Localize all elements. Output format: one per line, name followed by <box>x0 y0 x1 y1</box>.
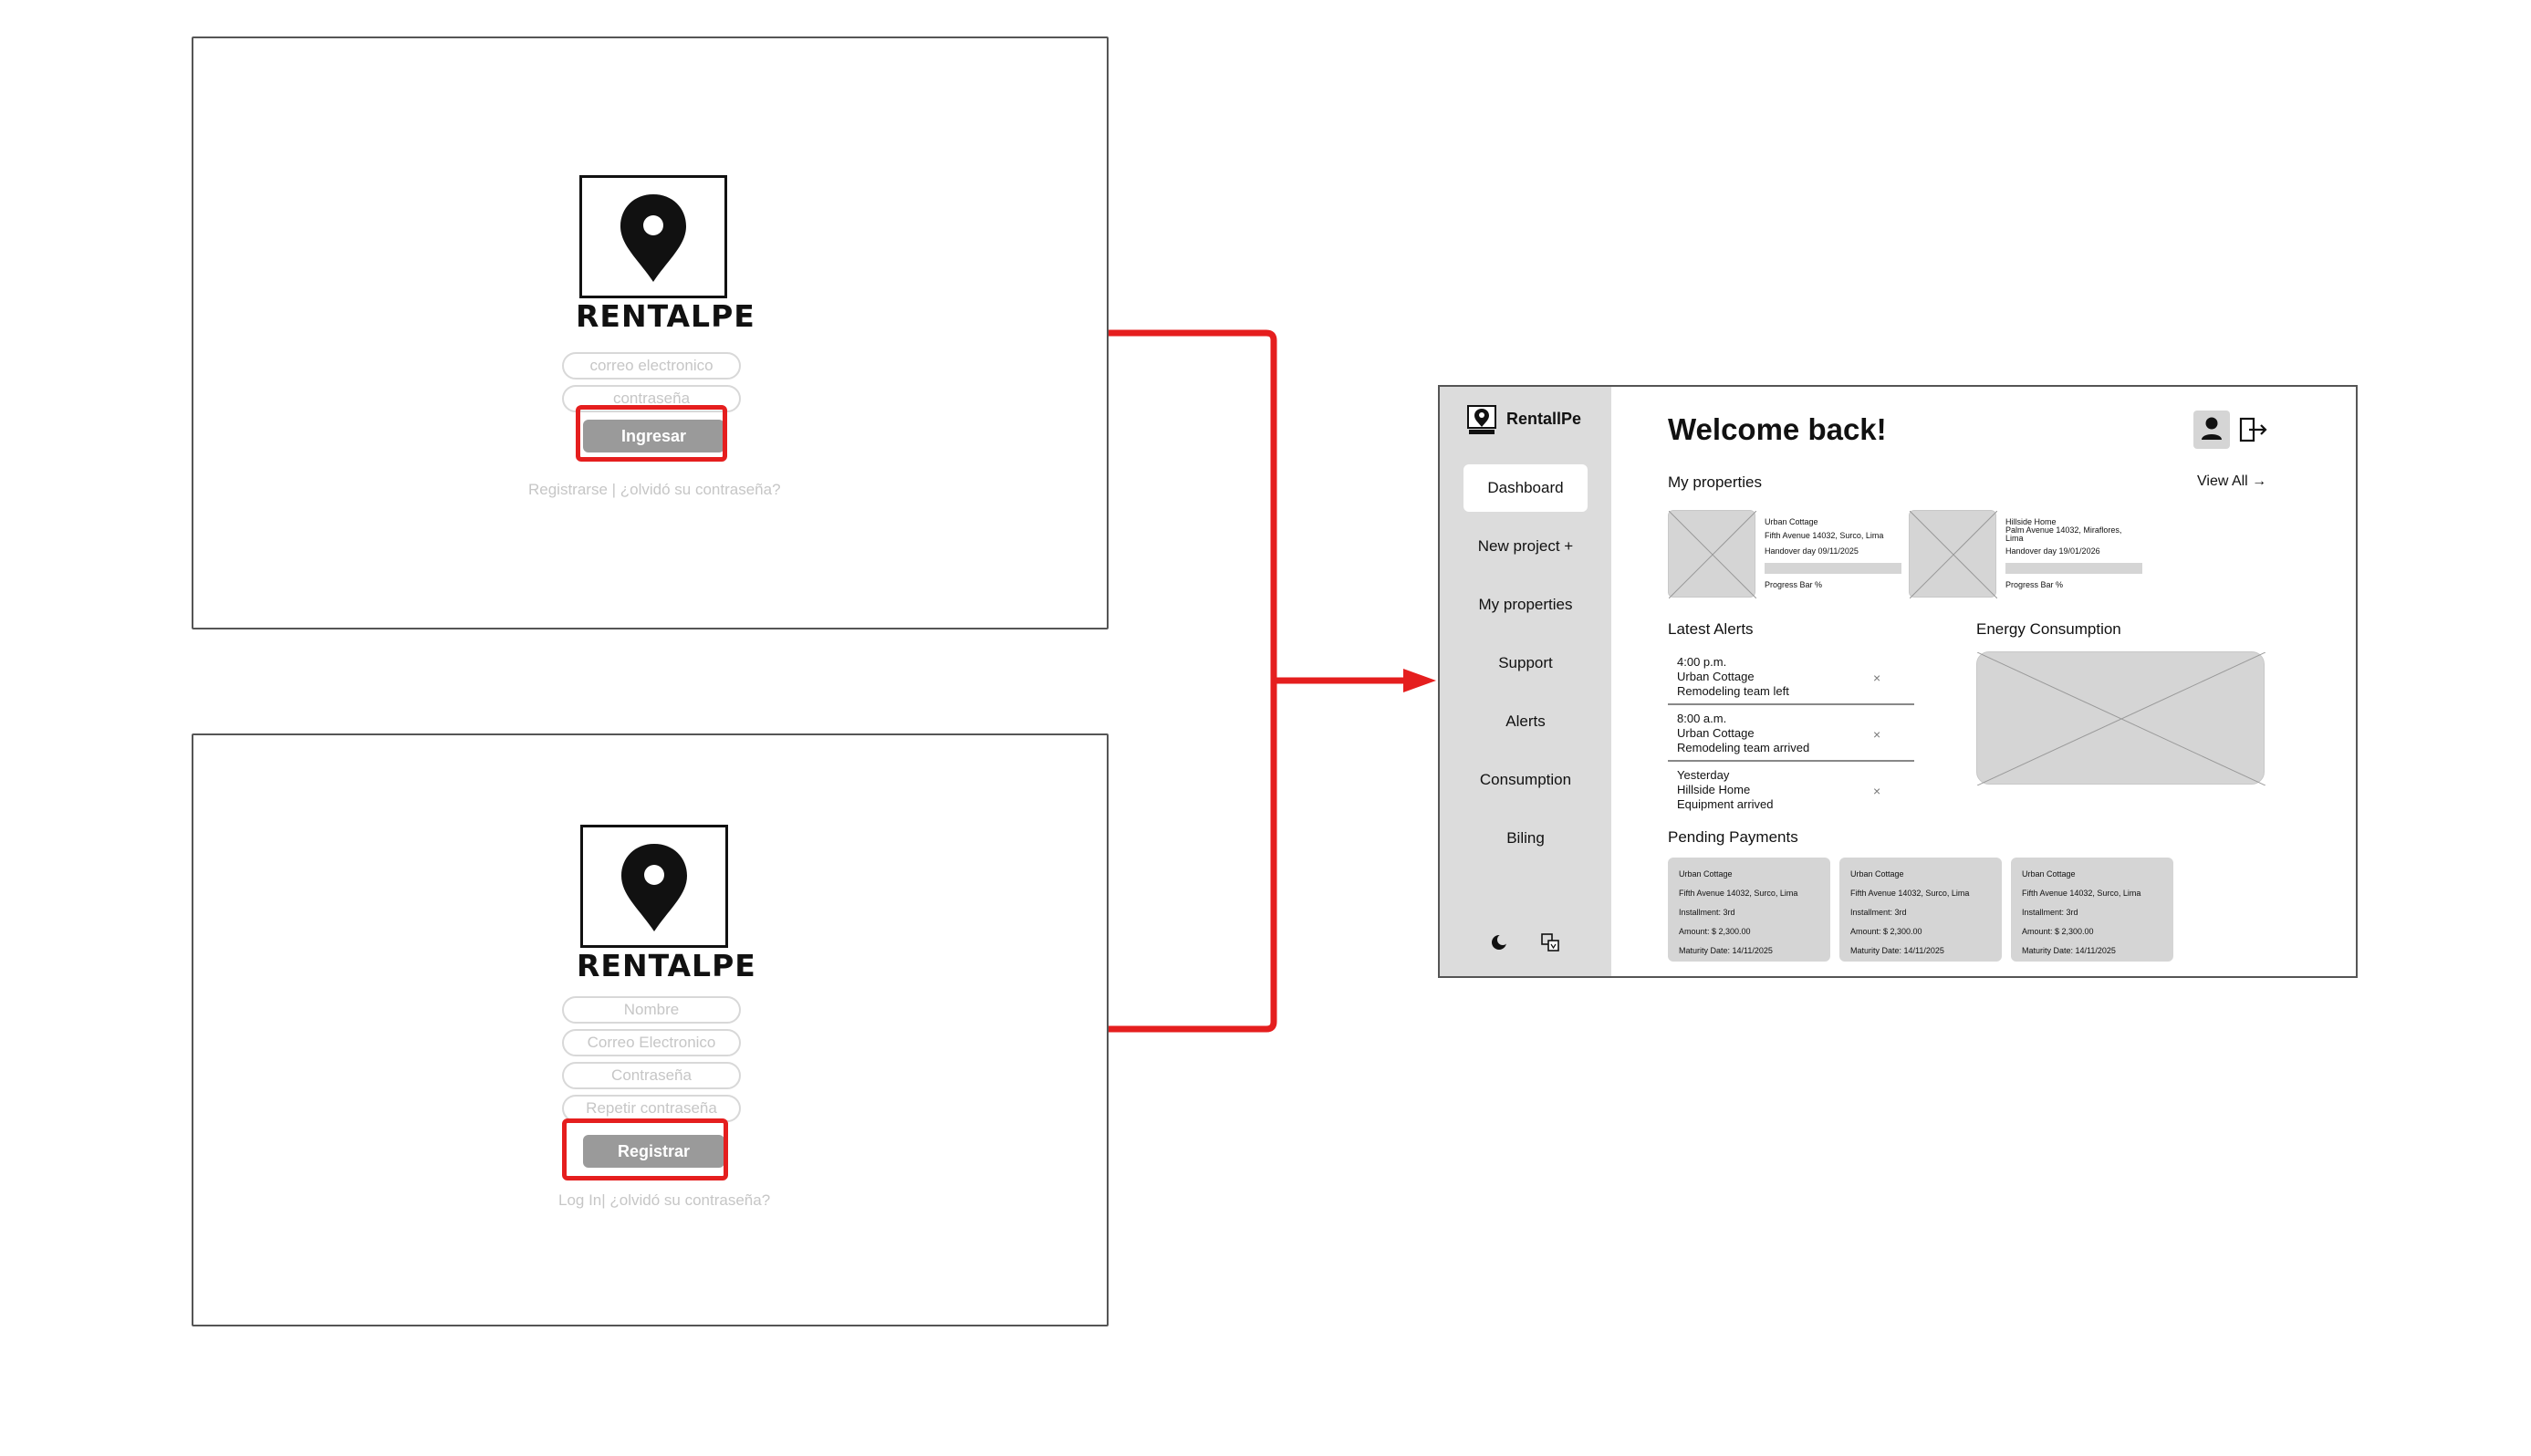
alert-item[interactable]: 4:00 p.m. Urban Cottage Remodeling team … <box>1677 655 1923 699</box>
energy-consumption-title: Energy Consumption <box>1976 620 2121 638</box>
moon-icon[interactable] <box>1489 932 1509 952</box>
translate-icon[interactable] <box>1540 932 1560 952</box>
my-properties-title: My properties <box>1668 473 1762 491</box>
payment-amount: Amount: $ 2,300.00 <box>1679 927 1751 936</box>
register-connector <box>1109 681 1277 1033</box>
property-image-placeholder <box>1909 510 1997 598</box>
view-all-link[interactable]: View All → <box>2197 473 2266 490</box>
progress-label: Progress Bar % <box>1765 580 1823 589</box>
energy-chart-placeholder <box>1976 651 2265 785</box>
dashboard-screen: RentallPe Dashboard New project + My pro… <box>1438 385 2358 978</box>
alert-time: 8:00 a.m. <box>1677 712 1727 725</box>
payment-amount: Amount: $ 2,300.00 <box>1850 927 1922 936</box>
alert-divider <box>1668 703 1914 705</box>
payment-installment: Installment: 3rd <box>2022 908 2078 917</box>
arrow-head <box>1403 669 1436 692</box>
property-image-placeholder <box>1668 510 1756 598</box>
payment-installment: Installment: 3rd <box>1850 908 1907 917</box>
payment-card[interactable]: Urban Cottage Fifth Avenue 14032, Surco,… <box>2011 858 2173 962</box>
sidebar-brand: RentallPe <box>1506 410 1582 428</box>
nav-item-my-properties[interactable]: My properties <box>1463 581 1588 629</box>
payment-maturity: Maturity Date: 14/11/2025 <box>2022 946 2116 955</box>
alert-item[interactable]: Yesterday Hillside Home Equipment arrive… <box>1677 768 1923 812</box>
payment-installment: Installment: 3rd <box>1679 908 1735 917</box>
sidebar: RentallPe Dashboard New project + My pro… <box>1440 387 1611 976</box>
alert-property: Urban Cottage <box>1677 726 1755 740</box>
nav-item-dashboard[interactable]: Dashboard <box>1463 464 1588 512</box>
payment-property: Urban Cottage <box>1850 869 1904 879</box>
payment-card[interactable]: Urban Cottage Fifth Avenue 14032, Surco,… <box>1839 858 2002 962</box>
logout-icon[interactable] <box>2235 411 2272 449</box>
payment-card[interactable]: Urban Cottage Fifth Avenue 14032, Surco,… <box>1668 858 1830 962</box>
alert-property: Urban Cottage <box>1677 670 1755 683</box>
login-connector <box>1109 329 1277 681</box>
alert-time: 4:00 p.m. <box>1677 655 1727 669</box>
close-icon[interactable]: × <box>1873 727 1880 742</box>
alert-message: Remodeling team arrived <box>1677 741 1810 754</box>
property-name: Urban Cottage <box>1765 517 1818 526</box>
nav-item-alerts[interactable]: Alerts <box>1463 698 1588 745</box>
payment-address: Fifth Avenue 14032, Surco, Lima <box>1850 889 1970 898</box>
property-handover: Handover day 19/01/2026 <box>2005 546 2100 556</box>
nav-item-support[interactable]: Support <box>1463 640 1588 687</box>
progress-label: Progress Bar % <box>2005 580 2064 589</box>
payment-address: Fifth Avenue 14032, Surco, Lima <box>2022 889 2141 898</box>
nav-item-consumption[interactable]: Consumption <box>1463 756 1588 804</box>
location-pin-icon <box>1467 405 1496 434</box>
payment-maturity: Maturity Date: 14/11/2025 <box>1679 946 1773 955</box>
property-address-line2: Lima <box>2005 534 2024 543</box>
payment-property: Urban Cottage <box>2022 869 2076 879</box>
payment-property: Urban Cottage <box>1679 869 1733 879</box>
alert-item[interactable]: 8:00 a.m. Urban Cottage Remodeling team … <box>1677 712 1923 755</box>
latest-alerts-title: Latest Alerts <box>1668 620 1754 638</box>
welcome-title: Welcome back! <box>1668 412 1887 446</box>
close-icon[interactable]: × <box>1873 784 1880 798</box>
alert-message: Remodeling team left <box>1677 684 1789 698</box>
property-progress-bar <box>2005 563 2142 574</box>
pending-payments-title: Pending Payments <box>1668 828 1798 846</box>
alert-property: Hillside Home <box>1677 783 1751 796</box>
alert-divider <box>1668 760 1914 762</box>
nav-item-new-project[interactable]: New project + <box>1463 523 1588 570</box>
property-progress-bar <box>1765 563 1901 574</box>
payment-amount: Amount: $ 2,300.00 <box>2022 927 2094 936</box>
payment-maturity: Maturity Date: 14/11/2025 <box>1850 946 1944 955</box>
payment-address: Fifth Avenue 14032, Surco, Lima <box>1679 889 1798 898</box>
nav-item-billing[interactable]: Biling <box>1463 815 1588 862</box>
property-handover: Handover day 09/11/2025 <box>1765 546 1859 556</box>
property-address: Fifth Avenue 14032, Surco, Lima <box>1765 531 1884 540</box>
close-icon[interactable]: × <box>1873 671 1880 685</box>
alert-message: Equipment arrived <box>1677 797 1774 811</box>
alert-time: Yesterday <box>1677 768 1730 782</box>
user-icon[interactable] <box>2193 411 2230 449</box>
